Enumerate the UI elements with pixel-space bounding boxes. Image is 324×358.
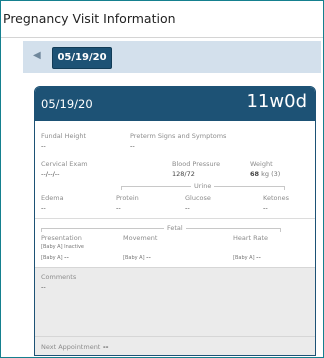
preterm-label: Preterm Signs and Symptoms — [130, 132, 227, 140]
fetal-bracket-right — [280, 228, 281, 232]
urine-section-title: Urine — [191, 182, 215, 190]
comments-value: -- — [41, 283, 46, 291]
urine-bracket-right — [284, 186, 285, 190]
fetal-bracket-line — [41, 228, 281, 229]
visit-window: Pregnancy Visit Information ◀ 05/19/20 0… — [0, 0, 324, 358]
next-appointment-bar: Next Appointment -- — [35, 336, 315, 355]
comments-box: Comments -- — [35, 267, 315, 337]
glucose-value: -- — [185, 204, 190, 212]
next-appointment-value: -- — [103, 343, 109, 351]
heart-rate-label: Heart Rate — [233, 234, 269, 242]
comments-label: Comments — [41, 273, 77, 281]
fetal-divider — [35, 218, 315, 219]
protein-label: Protein — [116, 194, 139, 202]
urine-bracket-left — [121, 186, 122, 190]
title-bar: Pregnancy Visit Information — [1, 1, 323, 38]
visit-date-tab[interactable]: 05/19/20 — [52, 47, 112, 69]
movement-baby-name: [Baby A] — [123, 255, 145, 261]
cervical-exam-label: Cervical Exam — [41, 160, 88, 168]
presentation-baby-name: [Baby A] — [41, 244, 63, 250]
glucose-label: Glucose — [185, 194, 211, 202]
presentation-status: Inactive — [64, 244, 84, 250]
fundal-height-label: Fundal Height — [41, 132, 87, 140]
presentation-value: -- — [64, 253, 69, 261]
weight-unit: kg (3) — [261, 170, 281, 178]
scroll-left-arrow-icon[interactable]: ◀ — [33, 50, 41, 61]
movement-label: Movement — [123, 234, 158, 242]
fetal-section-title: Fetal — [164, 224, 186, 232]
presentation-baby-name-2: [Baby A] — [41, 255, 63, 261]
next-appointment-label: Next Appointment — [41, 343, 101, 351]
visit-date-strip: ◀ 05/19/20 — [23, 41, 321, 73]
protein-value: -- — [116, 204, 121, 212]
movement-value: -- — [146, 253, 151, 261]
gestational-age: 11w0d — [246, 91, 307, 112]
window-title: Pregnancy Visit Information — [3, 11, 176, 26]
edema-value: -- — [41, 204, 46, 212]
heart-rate-baby-name: [Baby A] — [233, 255, 255, 261]
ketones-value: -- — [263, 204, 268, 212]
heart-rate-row: [Baby A] -- — [233, 253, 261, 261]
fundal-height-value: -- — [41, 142, 46, 150]
preterm-value: -- — [130, 142, 135, 150]
fetal-bracket-left — [41, 228, 42, 232]
presentation-label: Presentation — [41, 234, 82, 242]
weight-field: 68 kg (3) — [250, 170, 280, 178]
card-header: 05/19/20 11w0d — [35, 87, 315, 121]
ketones-label: Ketones — [263, 194, 289, 202]
cervical-exam-value: --/--/-- — [41, 170, 60, 178]
presentation-row: [Baby A] -- — [41, 253, 69, 261]
blood-pressure-value: 128/72 — [172, 170, 195, 178]
presentation-baby: [Baby A] Inactive — [41, 244, 84, 250]
visit-date: 05/19/20 — [41, 97, 93, 111]
weight-value: 68 — [250, 170, 260, 178]
heart-rate-value: -- — [256, 253, 261, 261]
edema-label: Edema — [41, 194, 64, 202]
visit-card: 05/19/20 11w0d Fundal Height -- Preterm … — [34, 86, 316, 356]
movement-row: [Baby A] -- — [123, 253, 151, 261]
weight-label: Weight — [250, 160, 273, 168]
blood-pressure-label: Blood Pressure — [172, 160, 221, 168]
